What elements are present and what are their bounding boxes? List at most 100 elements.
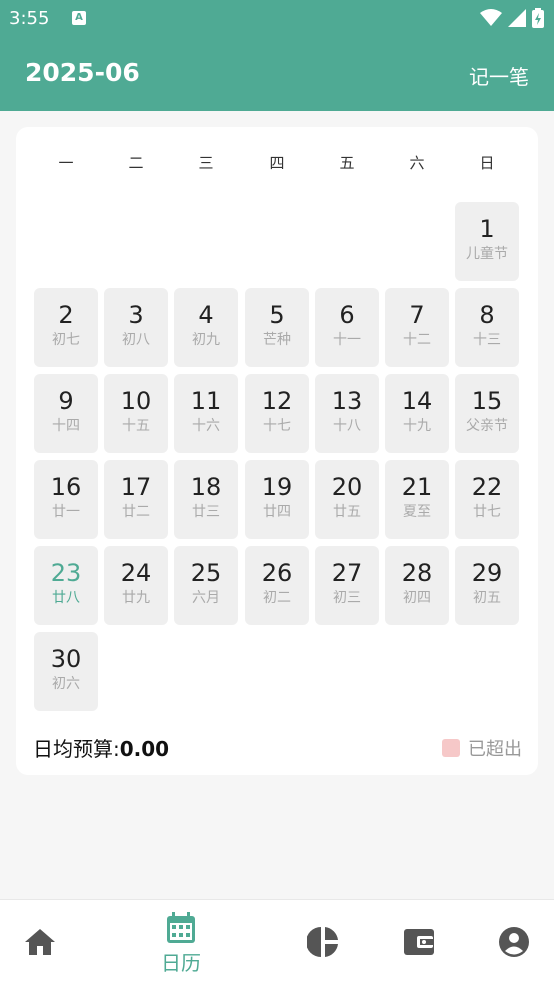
day-number: 12: [261, 387, 293, 415]
calendar-day[interactable]: 10 十五: [104, 374, 168, 453]
calendar-icon: [167, 912, 195, 943]
day-number: 9: [58, 387, 74, 415]
calendar-day[interactable]: 9 十四: [34, 374, 98, 453]
daily-budget: 日均预算:0.00: [33, 733, 169, 762]
calendar-day[interactable]: 25 六月: [174, 546, 238, 625]
day-number: 26: [261, 559, 293, 587]
day-number: 16: [50, 473, 82, 501]
lunar-date: 初二: [263, 590, 291, 606]
day-number: 5: [269, 301, 285, 329]
day-number: 7: [409, 301, 425, 329]
calendar-day[interactable]: 21 夏至: [385, 460, 449, 539]
lunar-date: 十三: [473, 332, 501, 348]
calendar-day[interactable]: 14 十九: [385, 374, 449, 453]
account-icon: [499, 927, 529, 957]
weekday-label: 四: [269, 154, 285, 172]
calendar-day[interactable]: 13 十八: [315, 374, 379, 453]
calendar-day[interactable]: 11 十六: [174, 374, 238, 453]
status-time: 3:55: [9, 8, 50, 29]
day-number: 2: [58, 301, 74, 329]
calendar-day[interactable]: 22 廿七: [455, 460, 519, 539]
calendar-day[interactable]: 3 初八: [104, 288, 168, 367]
calendar-day[interactable]: 24 廿九: [104, 546, 168, 625]
lunar-date: 儿童节: [466, 246, 508, 262]
lunar-date: 廿四: [263, 504, 291, 520]
lunar-date: 初七: [52, 332, 80, 348]
calendar-card: 一 二 三 四 五 六 日 1 儿童节 2 初七 3 初八 4 初九 5 芒种 6 十一 7 十二 8 十三 9 十四 10 十五…: [16, 127, 538, 775]
lunar-date: 十四: [52, 418, 80, 434]
lunar-date: 初三: [333, 590, 361, 606]
calendar-day[interactable]: 5 芒种: [245, 288, 309, 367]
weekday-label: 五: [339, 154, 355, 172]
add-record-button[interactable]: 记一笔: [469, 61, 529, 90]
lunar-date: 初八: [122, 332, 150, 348]
nav-profile[interactable]: [474, 900, 554, 986]
day-number: 17: [120, 473, 152, 501]
weekday-label: 二: [128, 154, 144, 172]
nav-calendar[interactable]: 日历: [141, 900, 221, 986]
day-number: 3: [128, 301, 144, 329]
calendar-day[interactable]: 6 十一: [315, 288, 379, 367]
day-number: 4: [198, 301, 214, 329]
calendar-day[interactable]: 1 儿童节: [455, 202, 519, 281]
legend-label: 已超出: [468, 739, 522, 760]
over-budget-legend: 已超出: [442, 735, 522, 761]
lunar-date: 初五: [473, 590, 501, 606]
lunar-date: 十二: [403, 332, 431, 348]
notification-icon: A: [72, 11, 86, 25]
lunar-date: 十九: [403, 418, 431, 434]
lunar-date: 廿一: [52, 504, 80, 520]
day-number: 15: [471, 387, 503, 415]
nav-wallet[interactable]: [379, 900, 459, 986]
calendar-day[interactable]: 7 十二: [385, 288, 449, 367]
calendar-day[interactable]: 4 初九: [174, 288, 238, 367]
wifi-icon: [480, 9, 502, 26]
day-number: 10: [120, 387, 152, 415]
home-icon: [25, 929, 55, 955]
nav-stats[interactable]: [283, 900, 363, 986]
lunar-date: 十五: [122, 418, 150, 434]
calendar-day[interactable]: 26 初二: [245, 546, 309, 625]
calendar-day[interactable]: 12 十七: [245, 374, 309, 453]
calendar-day[interactable]: 30 初六: [34, 632, 98, 711]
calendar-day[interactable]: 17 廿二: [104, 460, 168, 539]
calendar-day[interactable]: 8 十三: [455, 288, 519, 367]
day-number: 14: [401, 387, 433, 415]
day-number: 29: [471, 559, 503, 587]
nav-home[interactable]: [0, 900, 80, 986]
calendar-day[interactable]: 20 廿五: [315, 460, 379, 539]
day-number: 21: [401, 473, 433, 501]
calendar-day[interactable]: 2 初七: [34, 288, 98, 367]
calendar-day[interactable]: 29 初五: [455, 546, 519, 625]
weekday-label: 日: [479, 154, 495, 172]
lunar-date: 廿八: [52, 590, 80, 606]
signal-icon: [508, 9, 526, 27]
legend-swatch: [442, 739, 460, 757]
weekday-label: 三: [198, 154, 214, 172]
day-number: 22: [471, 473, 503, 501]
day-number: 24: [120, 559, 152, 587]
day-number: 1: [479, 215, 495, 243]
lunar-date: 廿二: [122, 504, 150, 520]
lunar-date: 初九: [192, 332, 220, 348]
lunar-date: 廿九: [122, 590, 150, 606]
day-number: 30: [50, 645, 82, 673]
day-number: 11: [190, 387, 222, 415]
lunar-date: 初六: [52, 676, 80, 692]
day-number: 23: [50, 559, 82, 587]
calendar-day[interactable]: 19 廿四: [245, 460, 309, 539]
weekday-label: 六: [409, 154, 425, 172]
calendar-day[interactable]: 16 廿一: [34, 460, 98, 539]
lunar-date: 夏至: [403, 504, 431, 520]
calendar-day[interactable]: 28 初四: [385, 546, 449, 625]
calendar-day[interactable]: 27 初三: [315, 546, 379, 625]
calendar-day[interactable]: 18 廿三: [174, 460, 238, 539]
lunar-date: 父亲节: [466, 418, 508, 434]
weekday-label: 一: [58, 154, 74, 172]
wallet-icon: [404, 929, 434, 955]
day-number: 19: [261, 473, 293, 501]
calendar-day[interactable]: 15 父亲节: [455, 374, 519, 453]
month-title[interactable]: 2025-06: [25, 58, 140, 87]
bottom-nav: 日历: [0, 899, 554, 986]
calendar-day[interactable]: 23 廿八: [34, 546, 98, 625]
